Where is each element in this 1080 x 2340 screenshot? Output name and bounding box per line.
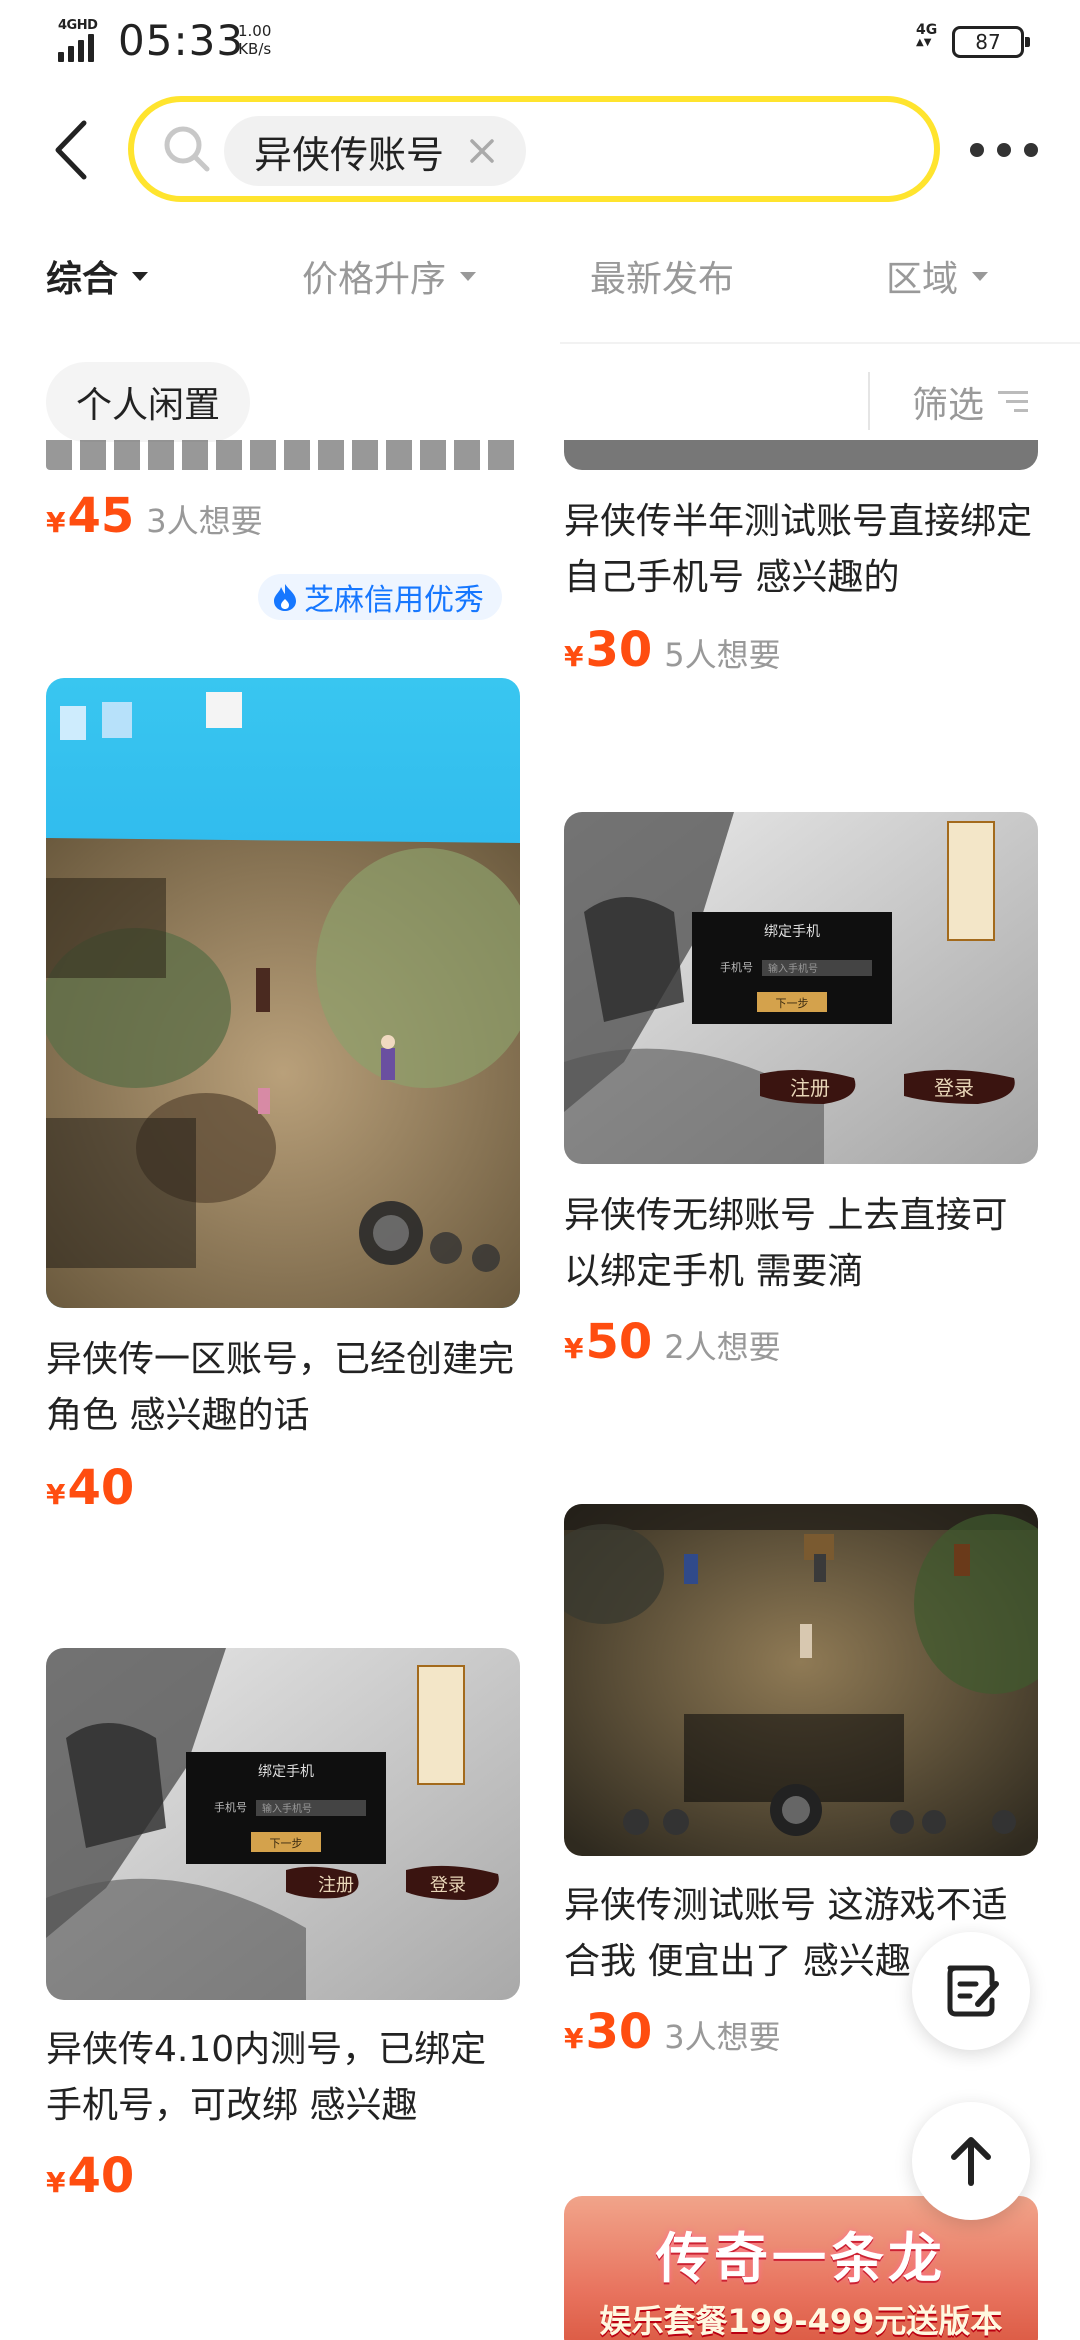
listing-image: 绑定手机 手机号 输入手机号 下一步 注册 登录 (564, 812, 1038, 1164)
speed-unit: KB/s (238, 40, 272, 58)
more-options-button[interactable] (970, 130, 1038, 170)
tab-region[interactable]: 区域 (886, 250, 989, 302)
listing-title: 异侠传无绑账号 上去直接可以绑定手机 需要滴 (564, 1195, 1008, 1292)
tab-newest[interactable]: 最新发布 (590, 250, 734, 302)
price-row: ¥40 (46, 1460, 134, 1516)
price-row: ¥40 (46, 2148, 134, 2204)
dialog-next-button: 下一步 (270, 1837, 303, 1850)
chevron-down-icon (460, 271, 477, 281)
listing-card[interactable]: 绑定手机 手机号 输入手机号 下一步 注册 登录 异侠传无绑账号 上去直接可以绑… (564, 812, 1038, 1372)
back-to-top-button[interactable] (912, 2102, 1030, 2220)
fire-icon (274, 584, 296, 611)
listing-image (564, 1504, 1038, 1856)
tab-price-ascending[interactable]: 价格升序 (302, 250, 477, 302)
divider (560, 342, 1080, 344)
dialog-field-label: 手机号 (720, 960, 753, 974)
network-type-right: 4G (916, 22, 938, 38)
tab-label: 区域 (886, 259, 959, 300)
battery-level: 87 (975, 30, 1001, 54)
cellular-signal-icon: 4GHD (58, 18, 106, 62)
dialog-field-label: 手机号 (214, 1800, 247, 1814)
status-time: 05:33 (118, 16, 245, 65)
network-type: 4GHD (58, 18, 98, 33)
listing-image: 绑定手机 手机号 输入手机号 下一步 注册 登录 (46, 1648, 520, 2000)
want-count: 5人想要 (664, 636, 781, 674)
listing-card[interactable]: 异侠传一区账号，已经创建完角色 感兴趣的话 ¥40 (46, 678, 520, 1538)
listing-price: ¥40 (46, 2148, 135, 2204)
game-battle-image (564, 1504, 1038, 1856)
ad-subline: 娱乐套餐199-499元送版本 (599, 2302, 1003, 2340)
price-row: ¥30 3人想要 (564, 2004, 781, 2060)
network-speed: 1.00 KB/s (238, 22, 271, 58)
listing-price: ¥30 (564, 622, 653, 678)
edit-note-icon (947, 1965, 999, 2017)
listing-image (564, 440, 1038, 470)
game-screenshot-image (46, 678, 520, 1308)
chevron-down-icon (132, 271, 149, 281)
listing-price: ¥45 (46, 488, 135, 544)
dialog-login: 登录 (430, 1875, 466, 1896)
tab-label: 最新发布 (590, 259, 735, 300)
dialog-next-button: 下一步 (776, 997, 809, 1010)
tab-label: 价格升序 (302, 259, 447, 300)
dialog-register: 注册 (318, 1875, 354, 1896)
listing-title: 异侠传半年测试账号直接绑定自己手机号 感兴趣的 (564, 501, 1033, 598)
listing-title: 异侠传一区账号，已经创建完角色 感兴趣的话 (46, 1339, 515, 1436)
dialog-login: 登录 (934, 1076, 974, 1100)
filter-label: 筛选 (912, 385, 985, 426)
search-query-chip[interactable]: 异侠传账号 (224, 116, 527, 186)
divider (868, 372, 870, 430)
back-button[interactable] (40, 110, 100, 190)
credit-badge: 芝麻信用优秀 (258, 574, 502, 620)
listing-image (46, 678, 520, 1308)
price-row: ¥50 2人想要 (564, 1314, 781, 1370)
close-icon[interactable] (468, 137, 496, 165)
listing-price: ¥50 (564, 1314, 653, 1370)
battery-icon: 87 (952, 26, 1030, 58)
search-bar[interactable]: 异侠传账号 (128, 96, 940, 202)
search-icon (164, 126, 210, 172)
want-count: 3人想要 (664, 2018, 781, 2056)
filter-icon (994, 387, 1029, 417)
status-bar: 4GHD 05:33 1.00 KB/s 4G ▲▼ 87 (0, 0, 1080, 84)
want-count: 3人想要 (146, 502, 263, 540)
listing-price: ¥40 (46, 1460, 135, 1516)
price-row: ¥30 5人想要 (564, 622, 781, 678)
listing-card[interactable]: 异侠传半年测试账号直接绑定自己手机号 感兴趣的 ¥30 5人想要 (564, 440, 1038, 680)
listing-title-partial (46, 440, 520, 470)
more-dots-icon (970, 143, 984, 157)
arrow-up-icon (951, 2137, 991, 2186)
listing-title: 异侠传4.10内测号，已绑定手机号，可改绑 感兴趣 (46, 2029, 487, 2126)
sort-tabs: 综合 价格升序 最新发布 区域 (0, 250, 1080, 320)
dialog-field-placeholder: 输入手机号 (262, 1802, 312, 1815)
bind-phone-image: 绑定手机 手机号 输入手机号 下一步 注册 登录 (564, 812, 1038, 1164)
tab-label: 综合 (46, 259, 119, 300)
bind-phone-image: 绑定手机 手机号 输入手机号 下一步 注册 登录 (46, 1648, 520, 2000)
dialog-field-placeholder: 输入手机号 (768, 962, 818, 975)
ad-headline: 传奇一条龙 (656, 2227, 946, 2290)
filter-button[interactable]: 筛选 (912, 372, 1029, 432)
dialog-title: 绑定手机 (764, 924, 820, 940)
price-row: ¥45 3人想要 (46, 488, 263, 544)
dialog-register: 注册 (790, 1076, 830, 1100)
listing-price: ¥30 (564, 2004, 653, 2060)
chevron-left-icon (55, 120, 87, 180)
dialog-title: 绑定手机 (258, 1764, 314, 1780)
search-query-text: 异侠传账号 (254, 132, 445, 177)
publish-button[interactable] (912, 1932, 1030, 2050)
listing-card[interactable]: ¥45 3人想要 芝麻信用优秀 (46, 440, 520, 630)
speed-value: 1.00 (238, 22, 272, 40)
chevron-down-icon (972, 271, 989, 281)
personal-idle-filter[interactable]: 个人闲置 (46, 362, 251, 442)
mobile-data-icon: 4G ▲▼ (916, 22, 938, 48)
listing-card[interactable]: 绑定手机 手机号 输入手机号 下一步 注册 登录 异侠传4.10内测号，已绑定手… (46, 1648, 520, 2208)
want-count: 2人想要 (664, 1328, 781, 1366)
tab-comprehensive[interactable]: 综合 (46, 250, 149, 302)
